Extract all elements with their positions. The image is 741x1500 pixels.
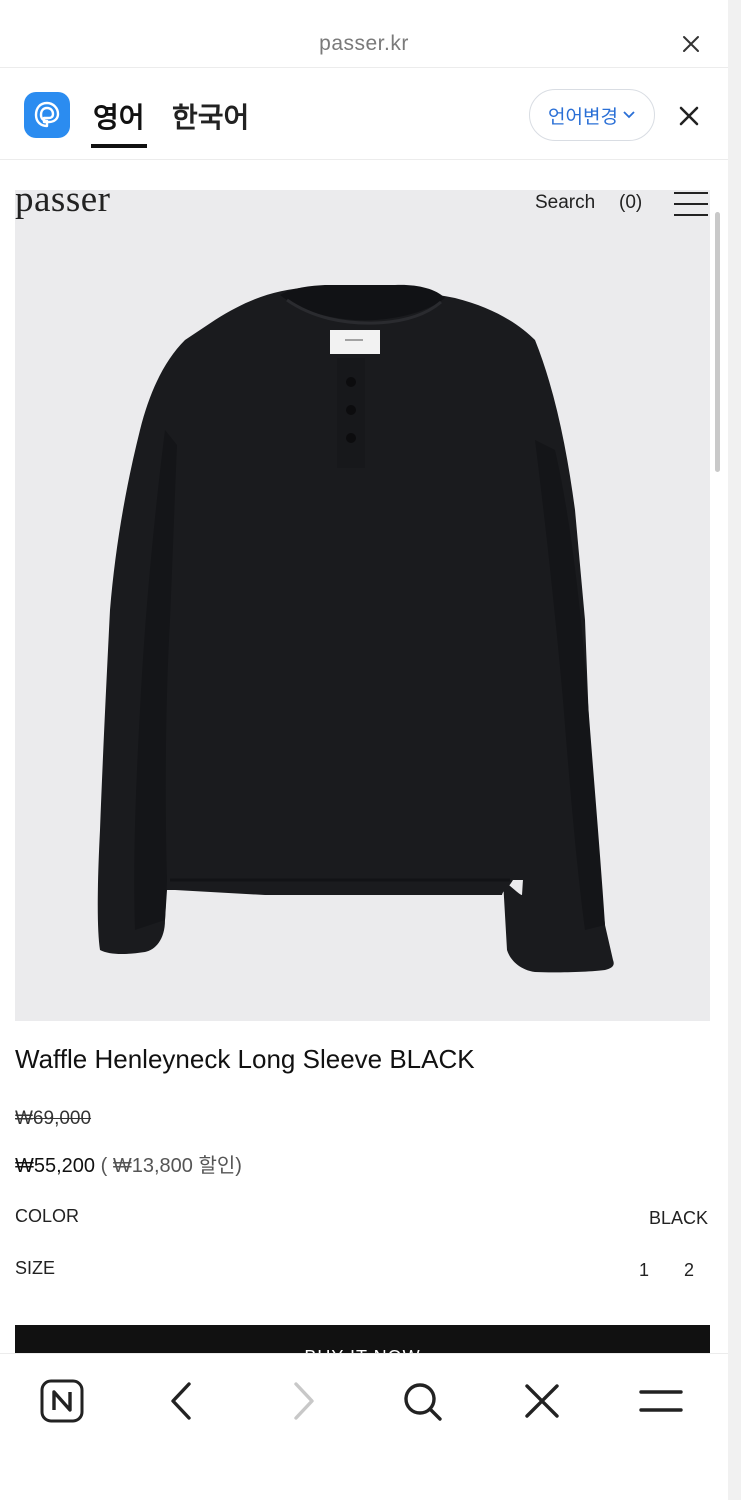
url-text[interactable]: passer.kr xyxy=(0,32,728,56)
size-label: SIZE xyxy=(15,1258,56,1278)
discount-amount: ( ₩13,800 할인) xyxy=(100,1155,242,1177)
browser-toolbar xyxy=(0,1353,728,1500)
screen-edge xyxy=(728,0,741,1500)
active-tab-indicator xyxy=(91,144,147,148)
close-icon[interactable] xyxy=(680,33,702,55)
size-option-1[interactable]: 1 xyxy=(639,1260,649,1281)
original-price: ₩69,000 xyxy=(15,1108,92,1129)
back-arrow-icon[interactable] xyxy=(157,1376,207,1426)
close-icon[interactable] xyxy=(517,1376,567,1426)
product-image[interactable] xyxy=(15,190,710,1021)
forward-arrow-icon[interactable] xyxy=(278,1376,328,1426)
product-title: Waffle Henleyneck Long Sleeve BLACK xyxy=(15,1044,475,1074)
henley-shirt-illustration xyxy=(97,284,614,973)
papago-icon[interactable] xyxy=(24,92,70,138)
buy-now-button[interactable]: BUY IT NOW xyxy=(15,1325,710,1353)
sale-price: ₩55,200 xyxy=(15,1155,96,1177)
color-option-black[interactable]: BLACK xyxy=(649,1208,708,1229)
menu-icon[interactable] xyxy=(636,1376,686,1426)
close-translate-icon[interactable] xyxy=(678,105,700,127)
tab-korean[interactable]: 한국어 xyxy=(172,96,249,136)
tab-english[interactable]: 영어 xyxy=(93,96,145,136)
scrollbar[interactable] xyxy=(715,212,720,472)
search-link[interactable]: Search xyxy=(535,192,595,214)
search-icon[interactable] xyxy=(397,1376,447,1426)
color-label: COLOR xyxy=(15,1206,80,1226)
cart-count[interactable]: (0) xyxy=(619,192,642,214)
translate-bar: 영어 한국어 언어변경 xyxy=(0,68,728,160)
chevron-down-icon xyxy=(623,111,635,119)
naver-n-icon[interactable] xyxy=(37,1376,87,1426)
sale-price-row: ₩55,200 ( ₩13,800 할인) xyxy=(15,1149,242,1178)
hamburger-icon[interactable] xyxy=(673,191,709,217)
site-header: passer Search (0) xyxy=(0,178,728,228)
change-language-button[interactable]: 언어변경 xyxy=(529,89,655,141)
site-logo[interactable]: passer xyxy=(15,178,110,221)
url-bar: passer.kr xyxy=(0,0,728,68)
change-language-label: 언어변경 xyxy=(548,106,618,128)
size-option-2[interactable]: 2 xyxy=(684,1260,694,1281)
page-content: passer Search (0) Waffle Henleyneck Long… xyxy=(0,160,728,1353)
